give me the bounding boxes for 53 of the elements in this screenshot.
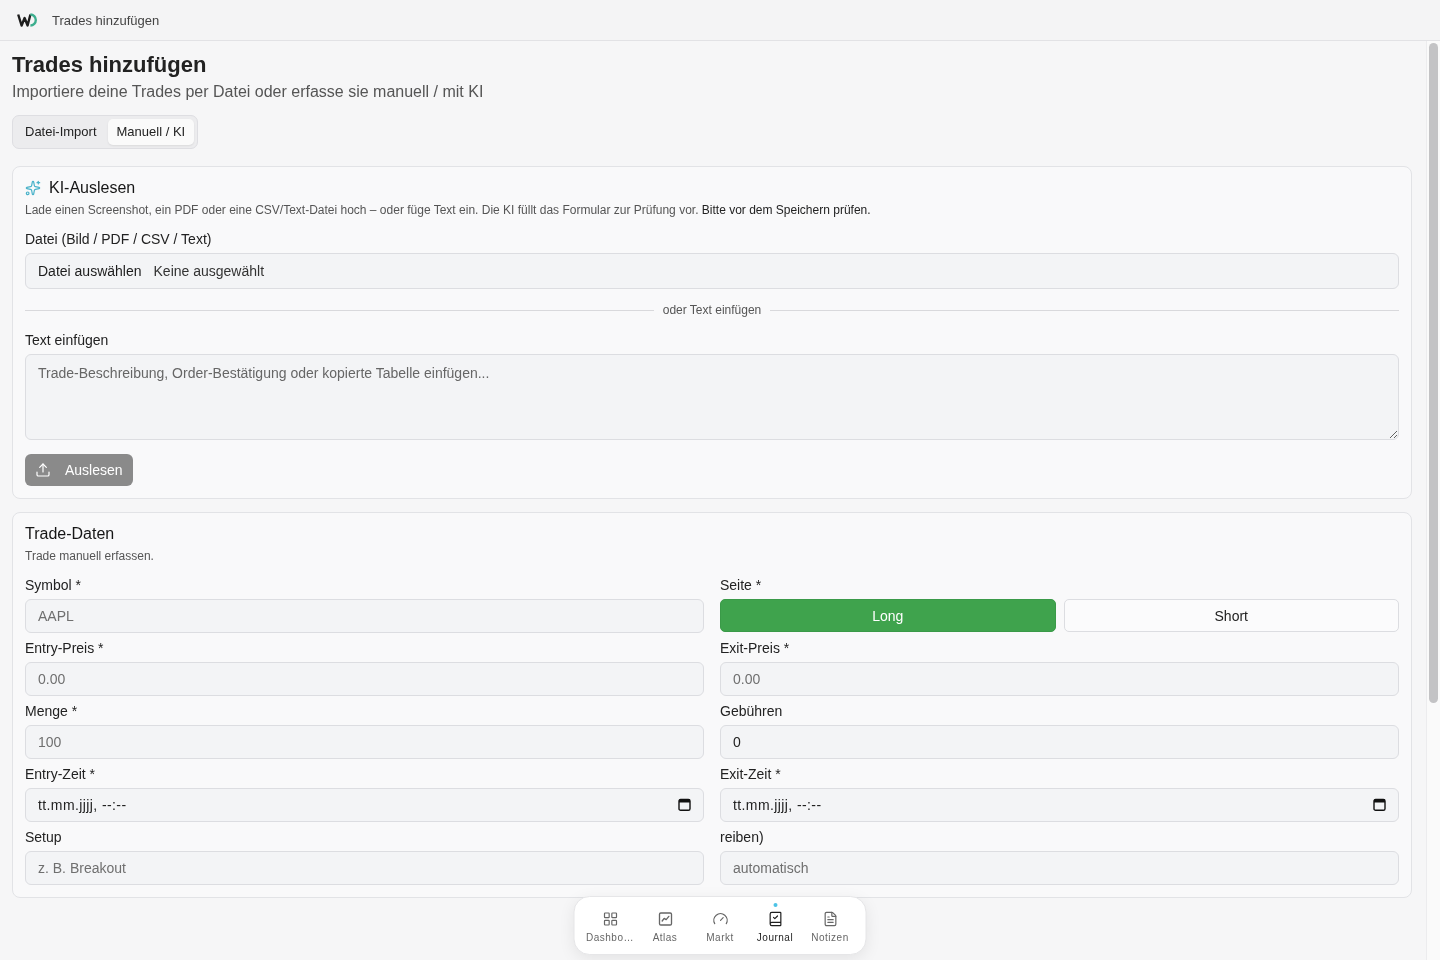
panel-description: Lade einen Screenshot, ein PDF oder eine CSV/Text-Datei hoch – oder füge Text ein. Die KI füllt das Formular zur Prüfung vor. Bitte vor dem Speichern prüfen.	[25, 202, 872, 218]
nav-tab[interactable]: Dashbo…	[582, 901, 638, 950]
notebook-check-icon	[767, 911, 783, 927]
datetime-field[interactable]: tt.mm.jjjj, --:--	[720, 788, 1399, 822]
page-subtitle: Importiere deine Trades per Datei oder erfasse sie manuell / mit KI	[12, 82, 485, 102]
calendar-icon[interactable]	[1373, 798, 1386, 811]
field-label: Gebühren	[720, 702, 784, 720]
field-label: Text einfügen	[25, 331, 110, 349]
nav-tab[interactable]: Journal	[747, 901, 803, 950]
indicator-dot-icon	[773, 903, 777, 907]
logo	[17, 13, 39, 27]
input-field[interactable]: AAPL	[25, 599, 704, 633]
chart-icon	[657, 911, 673, 927]
text-area-field[interactable]: Trade-Beschreibung, Order-Bestätigung oder kopierte Tabelle einfügen...	[25, 354, 1399, 440]
panel-title: Trade-Daten	[25, 524, 116, 544]
field-label: Exit-Preis *	[720, 639, 791, 657]
field-label: Entry-Zeit *	[25, 765, 96, 783]
field-label: Symbol *	[25, 576, 83, 594]
document-icon	[822, 911, 838, 927]
sparkle-icon	[25, 180, 41, 196]
input-field[interactable]: 0.00	[25, 662, 704, 696]
tab[interactable]: Datei-Import	[16, 119, 106, 145]
divider-label: oder Text einfügen	[662, 303, 762, 317]
nav-tab[interactable]: Notizen	[802, 901, 858, 950]
app-title: Trades hinzufügen	[52, 12, 160, 28]
gauge-icon	[712, 911, 728, 927]
field-label: Menge *	[25, 702, 79, 720]
datetime-field[interactable]: tt.mm.jjjj, --:--	[25, 788, 704, 822]
input-field[interactable]: automatisch	[720, 851, 1399, 885]
toggle-button[interactable]: Short	[1063, 599, 1399, 632]
choose-file-button[interactable]: Datei auswählen	[38, 263, 142, 279]
field-label: Datei (Bild / PDF / CSV / Text)	[25, 230, 213, 248]
input-field[interactable]: 0.00	[720, 662, 1399, 696]
upload-icon	[35, 462, 51, 478]
nav-tab[interactable]: Markt	[692, 901, 748, 950]
file-status-text: Keine ausgewählt	[153, 263, 265, 279]
field-label: Entry-Preis *	[25, 639, 105, 657]
nav-tab[interactable]: Atlas	[637, 901, 693, 950]
field-label: Exit-Zeit *	[720, 765, 782, 783]
grid-icon	[602, 911, 618, 927]
scrollbar[interactable]	[1426, 41, 1440, 960]
input-field[interactable]: 0	[720, 725, 1399, 759]
page-title: Trades hinzufügen	[12, 52, 208, 78]
panel-description: Trade manuell erfassen.	[25, 548, 155, 564]
input-field[interactable]: 100	[25, 725, 704, 759]
field-label: Setup	[25, 828, 63, 846]
panel-title: KI-Auslesen	[49, 178, 136, 198]
input-field[interactable]: z. B. Breakout	[25, 851, 704, 885]
tab[interactable]: Manuell / KI	[107, 119, 195, 145]
file-input-field[interactable]: Datei auswählen Keine ausgewählt	[25, 253, 1399, 289]
field-label: Seite *	[720, 576, 763, 594]
calendar-icon[interactable]	[678, 798, 691, 811]
field-label: reiben)	[720, 828, 765, 846]
